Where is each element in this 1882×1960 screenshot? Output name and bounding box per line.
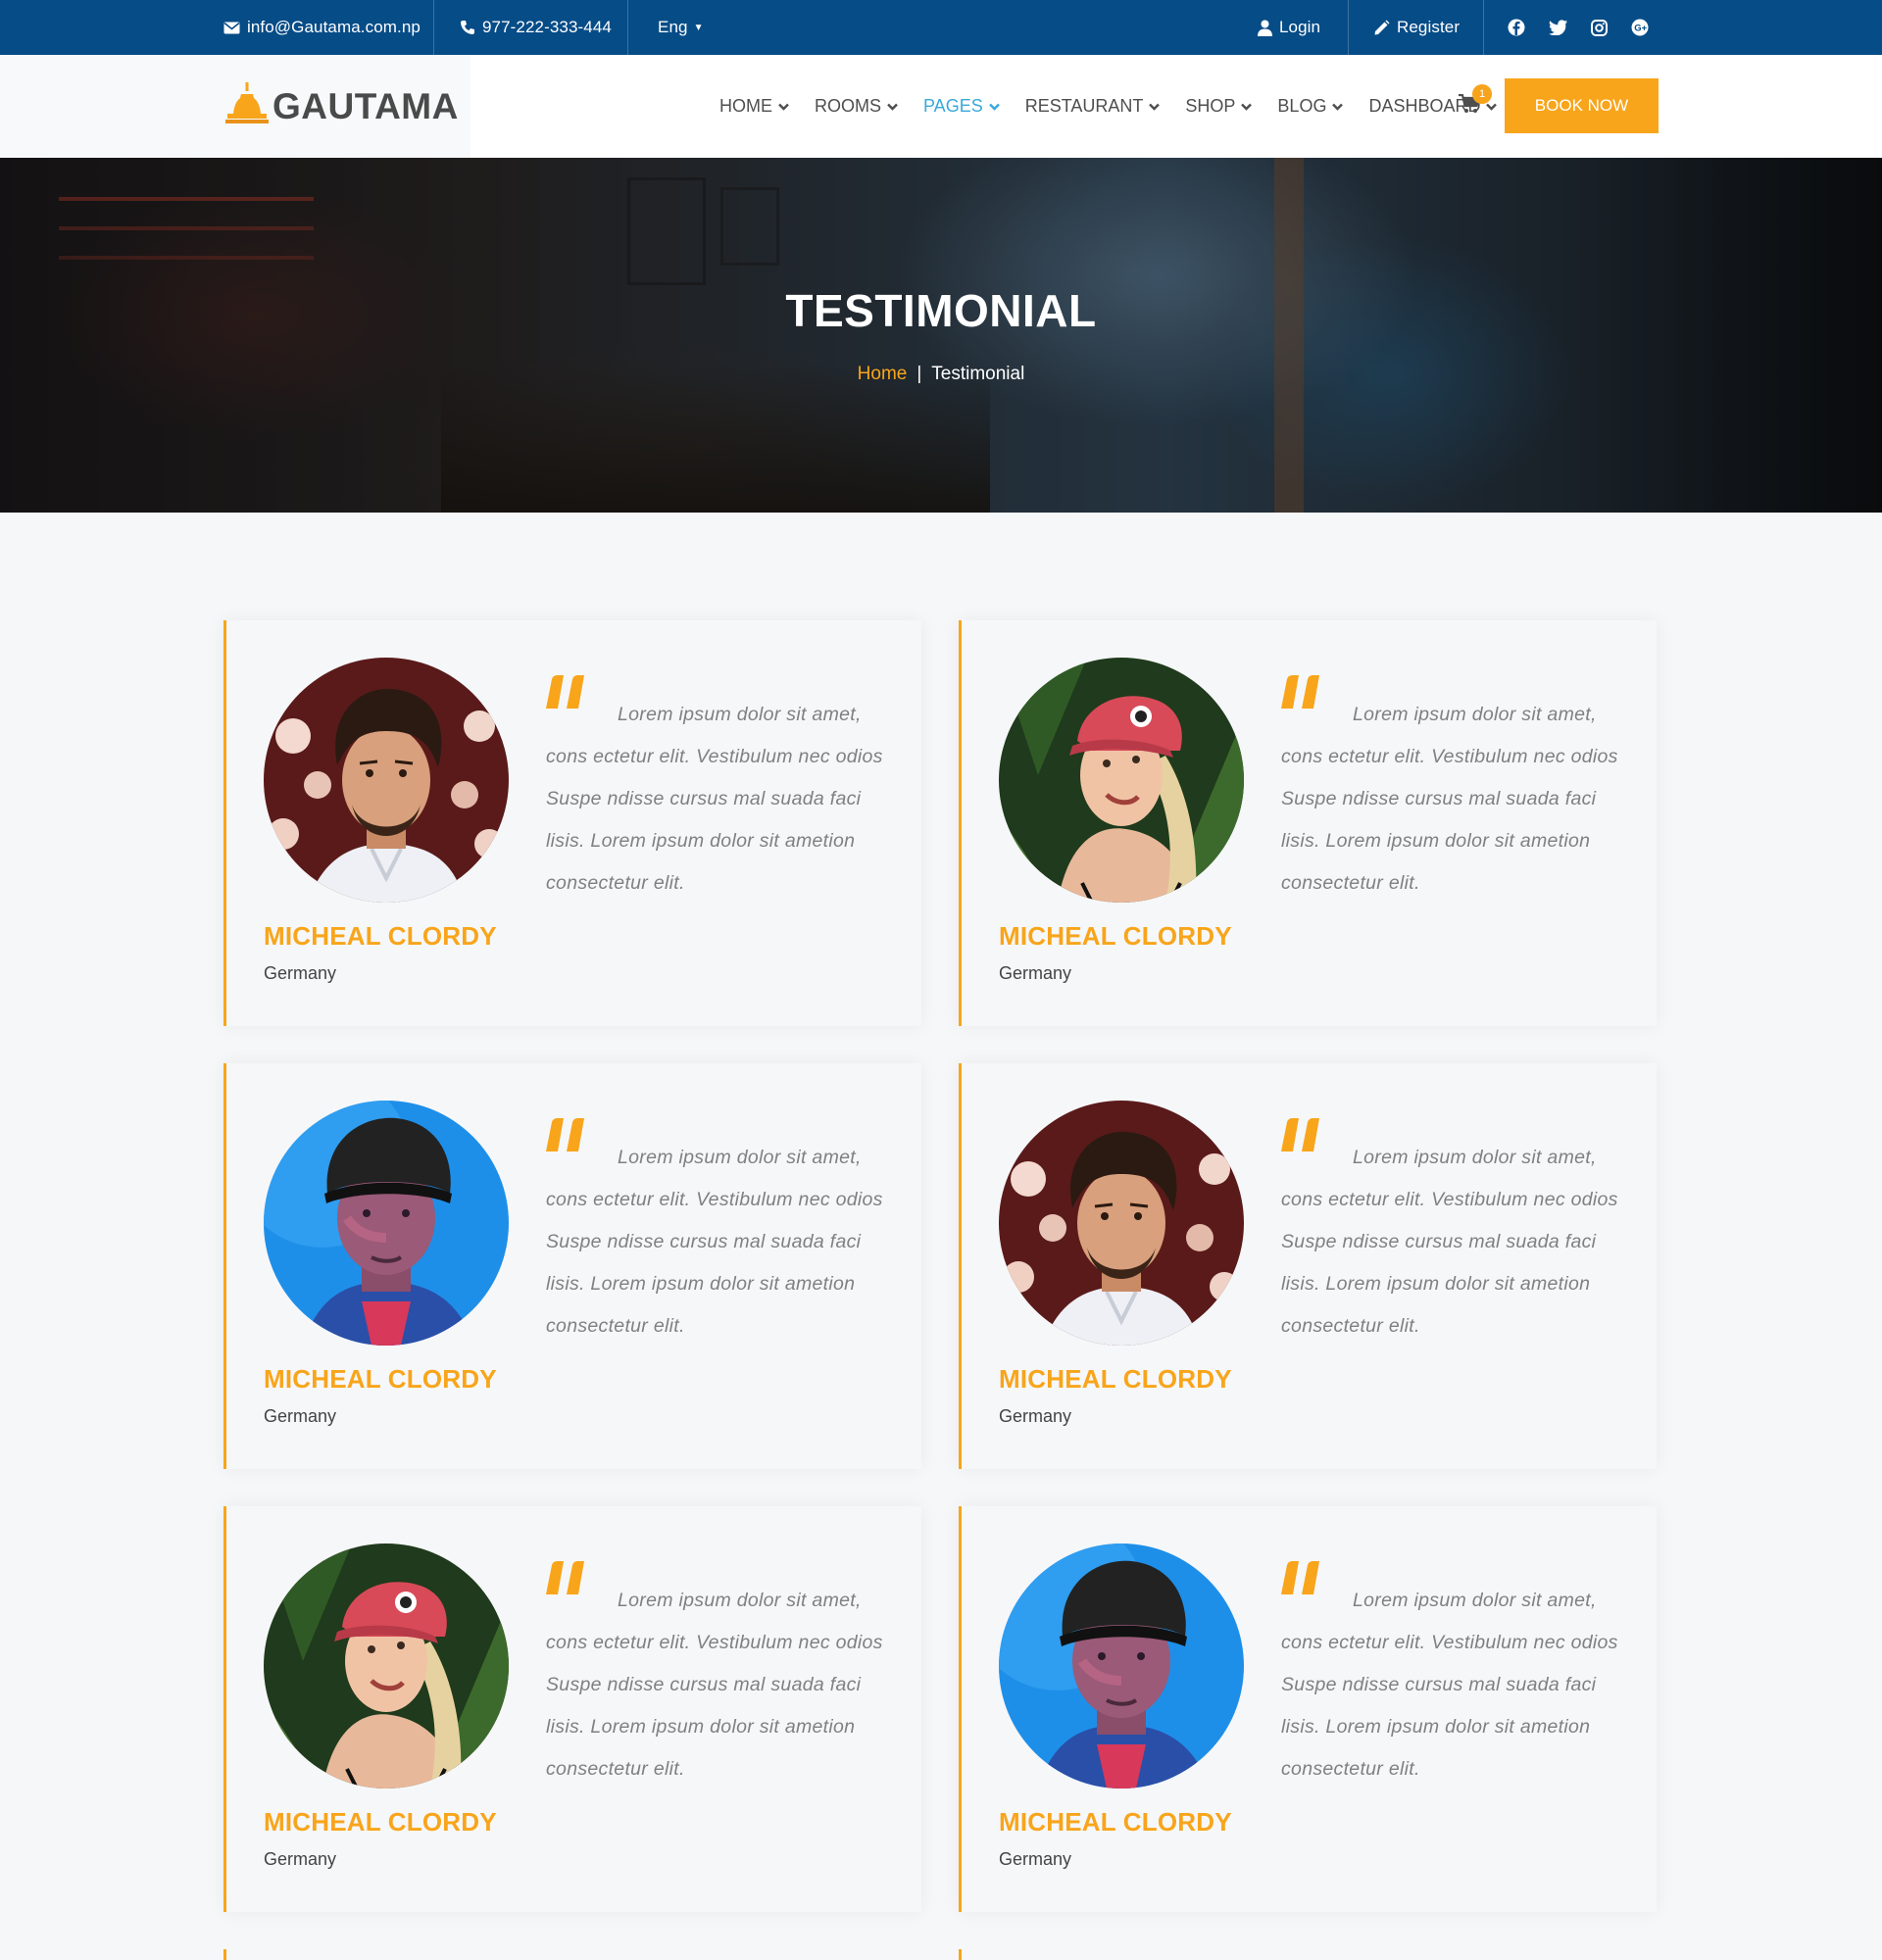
- testimonial-card: Lorem ipsum dolor sit amet, cons ectetur…: [223, 1506, 921, 1912]
- register-label: Register: [1397, 18, 1461, 36]
- breadcrumb-current: Testimonial: [931, 364, 1025, 384]
- wall-frame-decoration: [720, 187, 779, 266]
- stupa-logo-icon: [223, 82, 271, 130]
- next-card-edge: [959, 1949, 962, 1960]
- chevron-down-icon: [988, 103, 1000, 111]
- chevron-down-icon: [1332, 103, 1344, 111]
- person-name: MICHEAL CLORDY: [264, 921, 497, 951]
- main-menu: HOME ROOMS PAGES RESTAURANT SHOP BLOG DASHBOAR…: [719, 55, 1522, 158]
- chevron-down-icon: [887, 103, 898, 111]
- topbar-divider: [627, 0, 628, 55]
- testimonial-card: Lorem ipsum dolor sit amet, cons ectetur…: [223, 1063, 921, 1469]
- breadcrumb-home-link[interactable]: Home: [858, 364, 908, 385]
- counter-decoration: [441, 364, 990, 513]
- chevron-down-icon: [1486, 103, 1498, 111]
- avatar: [264, 658, 509, 903]
- chevron-down-icon: [1149, 103, 1161, 111]
- testimonial-card: Lorem ipsum dolor sit amet, cons ectetur…: [959, 1063, 1657, 1469]
- person-location: Germany: [999, 963, 1072, 983]
- avatar: [999, 1101, 1244, 1346]
- topbar-divider: [433, 0, 434, 55]
- nav-item-shop[interactable]: SHOP: [1185, 96, 1253, 117]
- caret-down-icon: ▼: [693, 22, 704, 33]
- testimonial-card: Lorem ipsum dolor sit amet, cons ectetur…: [959, 620, 1657, 1026]
- nav-item-home[interactable]: HOME: [719, 96, 789, 117]
- language-select[interactable]: Eng ▼: [658, 0, 704, 55]
- svg-text:G+: G+: [1634, 24, 1647, 34]
- testimonial-card: Lorem ipsum dolor sit amet, cons ectetur…: [959, 1506, 1657, 1912]
- testimonial-card: Lorem ipsum dolor sit amet, cons ectetur…: [223, 620, 921, 1026]
- user-icon: [1258, 20, 1272, 36]
- testimonial-text: Lorem ipsum dolor sit amet, cons ectetur…: [1281, 704, 1618, 894]
- top-bar: info@Gautama.com.np 977-222-333-444 Eng …: [0, 0, 1882, 55]
- avatar: [264, 1544, 509, 1788]
- avatar: [264, 1101, 509, 1346]
- email-link[interactable]: info@Gautama.com.np: [223, 0, 421, 55]
- main-navbar: GAUTAMA HOME ROOMS PAGES RESTAURANT SHOP BLOG…: [0, 55, 1882, 158]
- envelope-icon: [223, 22, 240, 34]
- nav-item-rooms[interactable]: ROOMS: [815, 96, 898, 117]
- email-text: info@Gautama.com.np: [247, 18, 421, 36]
- testimonial-text: Lorem ipsum dolor sit amet, cons ectetur…: [546, 1147, 883, 1337]
- nav-item-pages[interactable]: PAGES: [923, 96, 1000, 117]
- person-location: Germany: [264, 963, 337, 983]
- twitter-icon[interactable]: [1549, 20, 1567, 35]
- next-card-edge: [223, 1949, 226, 1960]
- testimonial-text: Lorem ipsum dolor sit amet, cons ectetur…: [1281, 1147, 1618, 1337]
- person-name: MICHEAL CLORDY: [999, 1364, 1232, 1394]
- nav-item-blog[interactable]: BLOG: [1277, 96, 1344, 117]
- avatar: [999, 658, 1244, 903]
- logo-text: GAUTAMA: [272, 85, 459, 126]
- testimonial-text: Lorem ipsum dolor sit amet, cons ectetur…: [546, 704, 883, 894]
- login-label: Login: [1279, 18, 1321, 36]
- person-location: Germany: [264, 1849, 337, 1869]
- breadcrumb-separator: |: [916, 364, 922, 384]
- nav-item-label: RESTAURANT: [1024, 96, 1144, 116]
- nav-item-label: HOME: [719, 96, 772, 116]
- person-location: Germany: [999, 1406, 1072, 1426]
- testimonial-text: Lorem ipsum dolor sit amet, cons ectetur…: [546, 1590, 883, 1780]
- wall-frame-decoration: [627, 177, 706, 285]
- chevron-down-icon: [1241, 103, 1253, 111]
- person-name: MICHEAL CLORDY: [999, 1807, 1232, 1837]
- nav-item-label: PAGES: [923, 96, 983, 116]
- person-name: MICHEAL CLORDY: [264, 1364, 497, 1394]
- phone-text: 977-222-333-444: [482, 18, 612, 36]
- string-lights-decoration: [59, 197, 314, 201]
- social-links: G+: [1508, 0, 1649, 55]
- person-location: Germany: [999, 1849, 1072, 1869]
- site-logo[interactable]: GAUTAMA: [223, 82, 459, 130]
- person-name: MICHEAL CLORDY: [999, 921, 1232, 951]
- topbar-divider: [1348, 0, 1349, 55]
- avatar: [999, 1544, 1244, 1788]
- phone-icon: [460, 20, 475, 35]
- breadcrumb: Home | Testimonial: [0, 364, 1882, 385]
- login-link[interactable]: Login: [1258, 0, 1320, 55]
- nav-item-label: BLOG: [1277, 96, 1327, 116]
- language-value: Eng: [658, 18, 688, 36]
- chevron-down-icon: [778, 103, 789, 111]
- person-location: Germany: [264, 1406, 337, 1426]
- person-name: MICHEAL CLORDY: [264, 1807, 497, 1837]
- pencil-icon: [1373, 20, 1390, 36]
- nav-item-label: SHOP: [1185, 96, 1236, 116]
- phone-link[interactable]: 977-222-333-444: [460, 0, 612, 55]
- page-banner: TESTIMONIAL Home | Testimonial: [0, 158, 1882, 513]
- register-link[interactable]: Register: [1373, 0, 1460, 55]
- facebook-icon[interactable]: [1508, 19, 1525, 36]
- book-now-button[interactable]: BOOK NOW: [1505, 78, 1659, 133]
- google-plus-icon[interactable]: G+: [1631, 19, 1649, 36]
- nav-item-label: ROOMS: [815, 96, 882, 116]
- cart-count-badge: 1: [1472, 84, 1492, 104]
- instagram-icon[interactable]: [1591, 19, 1608, 36]
- testimonial-text: Lorem ipsum dolor sit amet, cons ectetur…: [1281, 1590, 1618, 1780]
- page-title: TESTIMONIAL: [785, 285, 1097, 336]
- topbar-divider: [1483, 0, 1484, 55]
- nav-item-restaurant[interactable]: RESTAURANT: [1025, 96, 1161, 117]
